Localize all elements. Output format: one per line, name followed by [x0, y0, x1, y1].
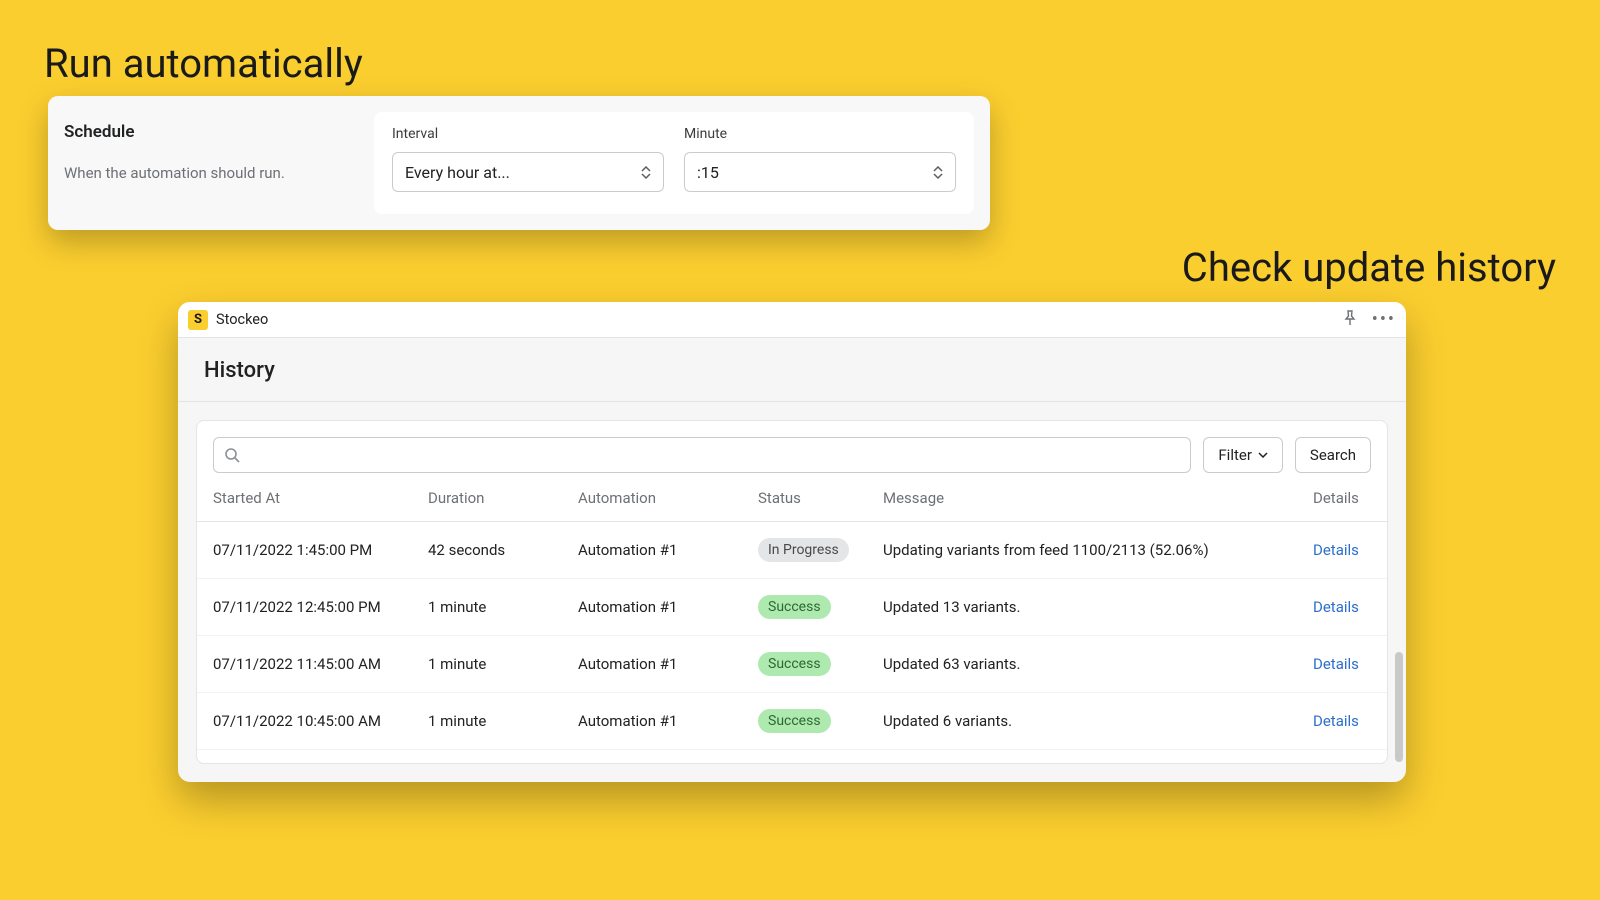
app-name: Stockeo [216, 311, 268, 328]
cell-automation: Automation #1 [562, 579, 742, 636]
cell-details: Details [1297, 750, 1387, 765]
schedule-description: Schedule When the automation should run. [64, 112, 374, 214]
history-window: S Stockeo ••• History Filter [178, 302, 1406, 782]
schedule-card: Schedule When the automation should run.… [48, 96, 990, 230]
search-input[interactable] [213, 437, 1191, 473]
cell-duration: 1 minute [412, 636, 562, 693]
cell-duration: 42 seconds [412, 522, 562, 579]
cell-started-at: 07/11/2022 11:45:00 AM [197, 636, 412, 693]
header-divider [178, 401, 1406, 402]
interval-label: Interval [392, 126, 664, 142]
schedule-controls: Interval Every hour at... Minute :15 [374, 112, 974, 214]
select-sort-icon [641, 166, 651, 179]
history-toolbar: Filter Search [197, 421, 1387, 485]
search-button[interactable]: Search [1295, 437, 1371, 473]
table-row: 07/11/2022 10:45:00 AM1 minuteAutomation… [197, 693, 1387, 750]
table-row: 07/11/2022 9:45:00 AM1 minuteAutomation … [197, 750, 1387, 765]
cell-started-at: 07/11/2022 1:45:00 PM [197, 522, 412, 579]
status-badge: Success [758, 652, 831, 676]
filter-button[interactable]: Filter [1203, 437, 1283, 473]
cell-status: Success [742, 636, 867, 693]
history-table: Started At Duration Automation Status Me… [197, 485, 1387, 764]
cell-status: Success [742, 750, 867, 765]
page-header: History [178, 338, 1406, 401]
cell-details: Details [1297, 636, 1387, 693]
page-title: History [204, 358, 1380, 383]
cell-status: In Progress [742, 522, 867, 579]
cell-duration: 1 minute [412, 579, 562, 636]
col-details: Details [1297, 485, 1387, 522]
cell-details: Details [1297, 693, 1387, 750]
minute-select[interactable]: :15 [684, 152, 956, 192]
chevron-down-icon [1258, 452, 1268, 458]
cell-automation: Automation #1 [562, 636, 742, 693]
minute-select-value: :15 [697, 163, 719, 182]
minute-label: Minute [684, 126, 956, 142]
cell-message: Updating variants from feed 1100/2113 (5… [867, 522, 1297, 579]
details-link[interactable]: Details [1313, 712, 1359, 730]
more-icon[interactable]: ••• [1372, 311, 1396, 329]
filter-button-label: Filter [1218, 446, 1252, 464]
cell-message: Updated 13 variants. [867, 579, 1297, 636]
cell-message: Updated 63 variants. [867, 636, 1297, 693]
cell-status: Success [742, 693, 867, 750]
status-badge: In Progress [758, 538, 849, 562]
search-icon [224, 447, 240, 463]
details-link[interactable]: Details [1313, 541, 1359, 559]
cell-started-at: 07/11/2022 10:45:00 AM [197, 693, 412, 750]
col-automation: Automation [562, 485, 742, 522]
pin-icon[interactable] [1342, 310, 1358, 330]
cell-automation: Automation #1 [562, 522, 742, 579]
table-row: 07/11/2022 1:45:00 PM42 secondsAutomatio… [197, 522, 1387, 579]
scrollbar-thumb[interactable] [1395, 652, 1403, 762]
app-icon: S [188, 310, 208, 330]
status-badge: Success [758, 709, 831, 733]
cell-automation: Automation #1 [562, 693, 742, 750]
table-header-row: Started At Duration Automation Status Me… [197, 485, 1387, 522]
cell-details: Details [1297, 579, 1387, 636]
status-badge: Success [758, 595, 831, 619]
history-panel: Filter Search Started At Duration Automa… [196, 420, 1388, 764]
interval-select-value: Every hour at... [405, 163, 510, 182]
details-link[interactable]: Details [1313, 598, 1359, 616]
schedule-title: Schedule [64, 122, 374, 142]
table-row: 07/11/2022 12:45:00 PM1 minuteAutomation… [197, 579, 1387, 636]
heading-check-update-history: Check update history [1182, 244, 1556, 291]
col-started-at: Started At [197, 485, 412, 522]
cell-message: Updated 6 variants. [867, 693, 1297, 750]
col-message: Message [867, 485, 1297, 522]
cell-duration: 1 minute [412, 693, 562, 750]
cell-message: Updated 22 variants. [867, 750, 1297, 765]
cell-details: Details [1297, 522, 1387, 579]
schedule-subtitle: When the automation should run. [64, 164, 374, 182]
col-status: Status [742, 485, 867, 522]
cell-status: Success [742, 579, 867, 636]
heading-run-automatically: Run automatically [44, 40, 363, 87]
cell-duration: 1 minute [412, 750, 562, 765]
cell-started-at: 07/11/2022 12:45:00 PM [197, 579, 412, 636]
col-duration: Duration [412, 485, 562, 522]
interval-select[interactable]: Every hour at... [392, 152, 664, 192]
select-sort-icon [933, 166, 943, 179]
window-titlebar: S Stockeo ••• [178, 302, 1406, 338]
cell-started-at: 07/11/2022 9:45:00 AM [197, 750, 412, 765]
search-button-label: Search [1310, 446, 1356, 464]
table-row: 07/11/2022 11:45:00 AM1 minuteAutomation… [197, 636, 1387, 693]
details-link[interactable]: Details [1313, 655, 1359, 673]
cell-automation: Automation #1 [562, 750, 742, 765]
